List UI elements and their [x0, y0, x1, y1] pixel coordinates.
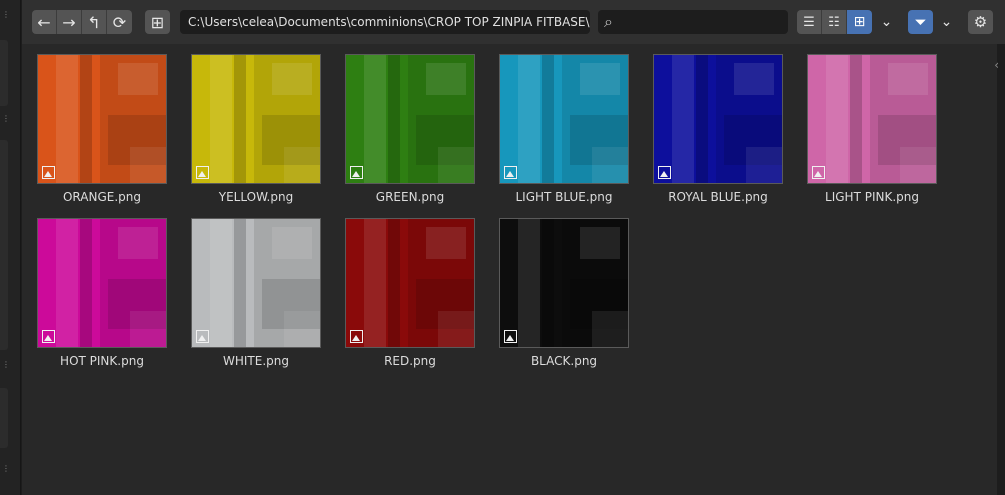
thumbnails-mode-button[interactable]: ⊞ [847, 10, 872, 34]
horizontal-list-mode-button[interactable]: ☷ [822, 10, 847, 34]
file-tile[interactable]: BLACK.png [489, 218, 639, 368]
search-field[interactable]: ⌕ [598, 10, 788, 34]
file-tile[interactable]: ROYAL BLUE.png [643, 54, 793, 204]
back-button[interactable]: ← [32, 10, 57, 34]
file-tile[interactable]: ORANGE.png [27, 54, 177, 204]
filter-toggle-button[interactable]: ⏷ [908, 10, 933, 34]
file-name-label: ORANGE.png [62, 190, 142, 204]
chevron-down-icon: ⌄ [880, 14, 893, 30]
file-thumbnail[interactable] [37, 54, 167, 184]
directory-path-field[interactable]: C:\Users\celea\Documents\comminions\CROP… [180, 10, 590, 34]
forward-arrow-icon: → [62, 12, 76, 32]
file-tile[interactable]: GREEN.png [335, 54, 485, 204]
display-mode-buttons: ☰ ☷ ⊞ [797, 10, 872, 34]
file-thumbnail[interactable] [191, 218, 321, 348]
file-thumbnail[interactable] [807, 54, 937, 184]
file-thumbnail[interactable] [499, 54, 629, 184]
image-file-icon [196, 166, 209, 179]
file-tile[interactable]: YELLOW.png [181, 54, 331, 204]
file-name-label: LIGHT PINK.png [825, 190, 919, 204]
parent-directory-button[interactable]: ↰ [82, 10, 107, 34]
file-thumbnail[interactable] [37, 218, 167, 348]
forward-button[interactable]: → [57, 10, 82, 34]
grip-icon[interactable]: ⋮ [2, 115, 10, 123]
file-thumbnail[interactable] [653, 54, 783, 184]
grip-icon[interactable]: ⋮ [2, 11, 10, 19]
vertical-list-mode-button[interactable]: ☰ [797, 10, 822, 34]
side-panel-region[interactable] [0, 40, 8, 106]
horizontal-list-icon: ☷ [828, 14, 840, 30]
settings-button[interactable]: ⚙ [968, 10, 993, 34]
parent-directory-icon: ↰ [87, 12, 101, 32]
chevron-down-icon: ⌄ [940, 14, 953, 30]
file-thumbnail[interactable] [345, 218, 475, 348]
filter-funnel-icon: ⏷ [914, 13, 927, 31]
file-tile[interactable]: HOT PINK.png [27, 218, 177, 368]
side-panel-region[interactable] [0, 140, 8, 350]
image-file-icon [812, 166, 825, 179]
side-panel-strip: ⋮ ⋮ ⋮ ⋮ [0, 0, 21, 495]
image-file-icon [42, 166, 55, 179]
image-file-icon [196, 330, 209, 343]
new-folder-button[interactable]: ⊞ [145, 10, 170, 34]
file-tile[interactable]: WHITE.png [181, 218, 331, 368]
refresh-button[interactable]: ⟳ [107, 10, 132, 34]
file-tile[interactable]: RED.png [335, 218, 485, 368]
refresh-icon: ⟳ [112, 12, 127, 32]
region-toggle-icon[interactable]: ‹ [994, 58, 999, 72]
thumbnails-icon: ⊞ [853, 14, 866, 30]
image-file-icon [350, 330, 363, 343]
file-name-label: HOT PINK.png [60, 354, 144, 368]
file-tile[interactable]: LIGHT PINK.png [797, 54, 947, 204]
file-browser-header: ← → ↰ ⟳ ⊞ C:\Users\celea\Documents\commi… [22, 0, 1005, 44]
file-name-label: WHITE.png [223, 354, 289, 368]
display-settings-dropdown[interactable]: ⌄ [874, 10, 899, 34]
navigation-buttons: ← → ↰ ⟳ [32, 10, 132, 34]
image-file-icon [42, 330, 55, 343]
file-name-label: YELLOW.png [218, 190, 294, 204]
back-arrow-icon: ← [37, 12, 51, 32]
image-file-icon [350, 166, 363, 179]
side-panel-region[interactable] [0, 388, 8, 448]
image-file-icon [504, 330, 517, 343]
search-icon: ⌕ [604, 12, 613, 31]
file-thumbnail[interactable] [345, 54, 475, 184]
new-folder-icon: ⊞ [150, 12, 165, 32]
image-file-icon [504, 166, 517, 179]
file-name-label: GREEN.png [375, 190, 445, 204]
file-tile[interactable]: LIGHT BLUE.png [489, 54, 639, 204]
file-name-label: LIGHT BLUE.png [515, 190, 613, 204]
vertical-list-icon: ☰ [803, 14, 815, 30]
file-thumbnail[interactable] [191, 54, 321, 184]
grip-icon[interactable]: ⋮ [2, 465, 10, 473]
gear-icon: ⚙ [973, 13, 988, 31]
file-name-label: BLACK.png [530, 354, 598, 368]
file-thumbnail-grid: ‹ ORANGE.png YELLOW.png GREEN.png LIGHT BLU… [22, 44, 999, 495]
file-thumbnail[interactable] [499, 218, 629, 348]
filter-settings-dropdown[interactable]: ⌄ [934, 10, 959, 34]
image-file-icon [658, 166, 671, 179]
file-name-label: RED.png [384, 354, 436, 368]
file-name-label: ROYAL BLUE.png [668, 190, 768, 204]
grip-icon[interactable]: ⋮ [2, 361, 10, 369]
